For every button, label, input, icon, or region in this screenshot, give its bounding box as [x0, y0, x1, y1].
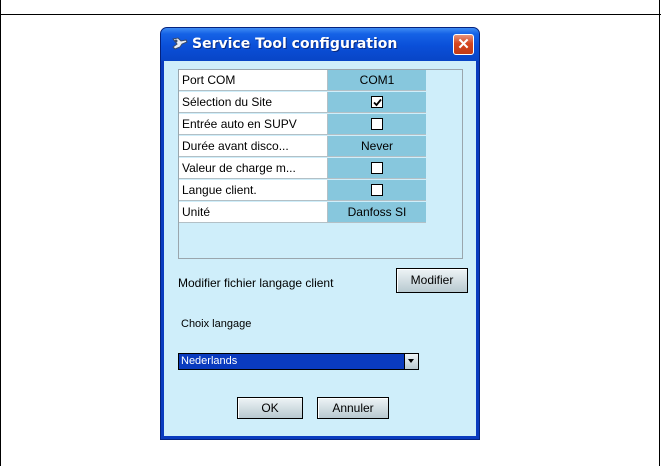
property-label: Entrée auto en SUPV: [179, 114, 328, 135]
language-select-value: Nederlands: [181, 355, 238, 367]
properties-table: Port COM COM1 Sélection du Site Entrée a…: [178, 69, 463, 259]
config-dialog: Service Tool configuration ✕ Port COM CO…: [160, 27, 480, 440]
property-label: Valeur de charge m...: [179, 158, 328, 179]
check-icon: [373, 98, 382, 107]
property-row-port-com[interactable]: Port COM COM1: [179, 70, 462, 92]
property-value[interactable]: COM1: [328, 70, 426, 91]
property-label: Langue client.: [179, 180, 328, 201]
site-selection-checkbox[interactable]: [371, 96, 383, 108]
cancel-button[interactable]: Annuler: [317, 397, 389, 419]
property-label: Port COM: [179, 70, 328, 91]
language-select[interactable]: Nederlands: [178, 353, 419, 370]
modify-file-label: Modifier fichier langage client: [178, 276, 334, 290]
property-label: Sélection du Site: [179, 92, 328, 113]
property-value[interactable]: Never: [328, 136, 426, 157]
property-label: Unité: [179, 202, 328, 223]
language-choice-label: Choix langage: [181, 318, 252, 330]
property-row-disconnect-delay[interactable]: Durée avant disco... Never: [179, 136, 462, 158]
property-value: [328, 92, 426, 113]
top-divider: [0, 14, 661, 15]
title-bar[interactable]: Service Tool configuration ✕: [161, 28, 479, 61]
dialog-content: Port COM COM1 Sélection du Site Entrée a…: [164, 61, 476, 436]
property-row-auto-supv[interactable]: Entrée auto en SUPV: [179, 114, 462, 136]
client-language-checkbox[interactable]: [371, 184, 383, 196]
property-label: Durée avant disco...: [179, 136, 328, 157]
close-button[interactable]: ✕: [453, 34, 474, 55]
property-row-charge-value[interactable]: Valeur de charge m...: [179, 158, 462, 180]
chevron-down-icon[interactable]: [404, 354, 418, 369]
property-row-unit[interactable]: Unité Danfoss SI: [179, 202, 462, 224]
modify-button[interactable]: Modifier: [396, 268, 468, 293]
charge-value-checkbox[interactable]: [371, 162, 383, 174]
property-value: [328, 114, 426, 135]
property-value: [328, 180, 426, 201]
close-icon: ✕: [457, 36, 470, 53]
service-tool-icon: [171, 36, 189, 52]
dialog-title: Service Tool configuration: [192, 36, 398, 52]
property-row-client-language[interactable]: Langue client.: [179, 180, 462, 202]
property-value[interactable]: Danfoss SI: [328, 202, 426, 223]
ok-button[interactable]: OK: [237, 397, 303, 419]
property-value: [328, 158, 426, 179]
property-row-site-selection[interactable]: Sélection du Site: [179, 92, 462, 114]
auto-supv-checkbox[interactable]: [371, 118, 383, 130]
